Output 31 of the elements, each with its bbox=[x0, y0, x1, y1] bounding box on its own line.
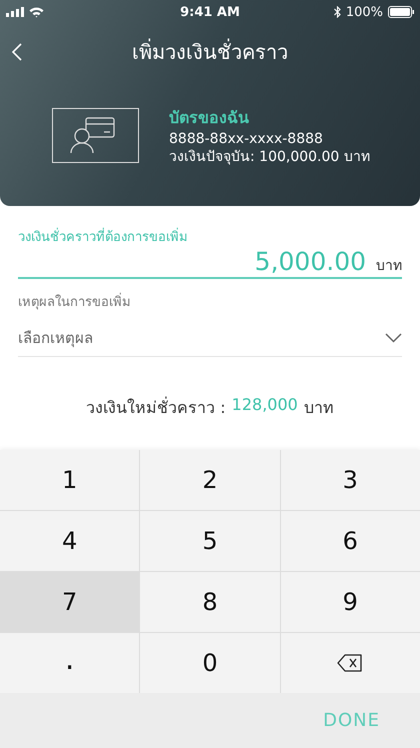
status-time: 9:41 AM bbox=[180, 4, 240, 20]
reason-label: เหตุผลในการขอเพิ่ม bbox=[18, 291, 402, 312]
wifi-icon bbox=[29, 6, 44, 18]
card-name: บัตรของฉัน bbox=[169, 107, 250, 129]
battery-icon bbox=[388, 6, 414, 18]
amount-field[interactable]: 5,000.00 บาท bbox=[18, 247, 402, 279]
signal-icon bbox=[6, 7, 24, 17]
new-limit-label: วงเงินใหม่ชั่วคราว : bbox=[86, 396, 226, 419]
card-number: 8888-88xx-xxxx-8888 bbox=[169, 130, 324, 148]
amount-label: วงเงินชั่วคราวที่ต้องการขอเพิ่ม bbox=[18, 226, 402, 247]
keypad-key[interactable]: 0 bbox=[140, 633, 280, 693]
keypad-key[interactable]: 9 bbox=[280, 572, 420, 632]
backspace-icon bbox=[337, 654, 364, 672]
chevron-down-icon bbox=[385, 333, 402, 343]
keypad-key[interactable]: . bbox=[0, 633, 140, 693]
bluetooth-icon bbox=[334, 6, 341, 18]
keypad-key[interactable]: 4 bbox=[0, 511, 140, 571]
page-title: เพิ่มวงเงินชั่วคราว bbox=[132, 38, 288, 66]
keypad-key[interactable]: 1 bbox=[0, 450, 140, 510]
keypad-key[interactable]: 5 bbox=[140, 511, 280, 571]
keypad-key[interactable]: 2 bbox=[140, 450, 280, 510]
new-limit-value: 128,000 bbox=[232, 395, 298, 416]
reason-dropdown[interactable]: เลือกเหตุผล bbox=[18, 312, 402, 357]
keypad-key[interactable]: 6 bbox=[280, 511, 420, 571]
current-limit: วงเงินปัจจุบัน: 100,000.00 บาท bbox=[169, 148, 370, 166]
new-limit-unit: บาท bbox=[304, 397, 334, 419]
battery-percent: 100% bbox=[346, 4, 383, 20]
back-icon[interactable] bbox=[12, 43, 22, 61]
keypad-key[interactable]: 8 bbox=[140, 572, 280, 632]
card-holder-icon bbox=[52, 108, 139, 163]
keypad-key[interactable]: 3 bbox=[280, 450, 420, 510]
